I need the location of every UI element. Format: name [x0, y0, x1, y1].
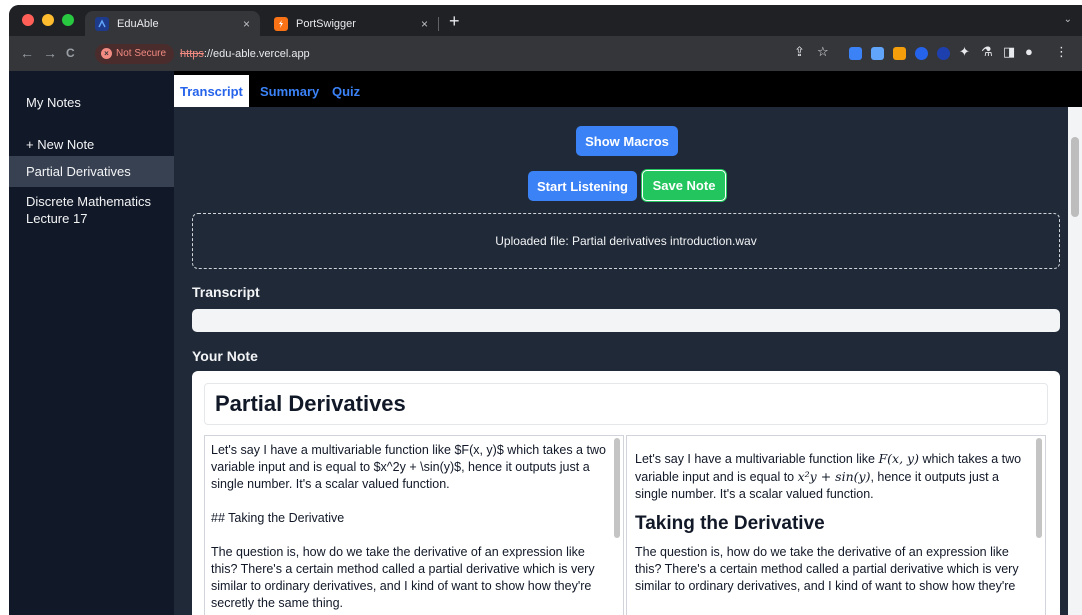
react-devtools-icon[interactable]	[915, 47, 928, 60]
security-label: Not Secure	[116, 48, 167, 59]
star-icon[interactable]: ☆	[817, 44, 829, 60]
tab-search-chevron-icon[interactable]: ⌄	[1064, 14, 1072, 25]
sidebar-item-discrete-mathematics[interactable]: Discrete Mathematics Lecture 17	[9, 186, 174, 234]
extension-icon-2[interactable]	[871, 47, 884, 60]
math-expression: F(x, y)	[878, 451, 919, 466]
back-arrow-icon[interactable]: ←	[20, 45, 34, 61]
flask-icon[interactable]: ⚗	[981, 44, 993, 60]
file-upload-dropzone[interactable]: Uploaded file: Partial derivatives intro…	[192, 213, 1060, 269]
save-note-button[interactable]: Save Note	[642, 170, 726, 201]
sidebar-item-partial-derivatives[interactable]: Partial Derivatives	[9, 156, 174, 187]
page-scrollbar[interactable]	[1068, 107, 1082, 615]
tab-close-icon[interactable]: ×	[421, 17, 428, 31]
transcript-field[interactable]	[192, 309, 1060, 332]
tab-title: EduAble	[117, 17, 159, 30]
browser-window: EduAble × PortSwigger × + ⌄ ← → C × Not …	[9, 5, 1082, 615]
sidebar-title: My Notes	[26, 95, 81, 110]
new-tab-button[interactable]: +	[449, 12, 460, 30]
page-scrollbar-thumb[interactable]	[1071, 137, 1079, 217]
puzzle-icon[interactable]: ✦	[959, 44, 970, 60]
menu-icon[interactable]: ⋮	[1055, 44, 1068, 60]
uploaded-file-label: Uploaded file: Partial derivatives intro…	[495, 234, 757, 248]
maximize-window-button[interactable]	[62, 14, 74, 26]
preview-paragraph: The question is, how do we take the deri…	[635, 545, 1019, 593]
minimize-window-button[interactable]	[42, 14, 54, 26]
start-listening-button[interactable]: Start Listening	[528, 171, 637, 201]
tab-separator	[438, 17, 439, 31]
note-title-input[interactable]: Partial Derivatives	[204, 383, 1048, 425]
preview-paragraph: Let's say I have a multivariable functio…	[635, 451, 1022, 501]
preview-scrollbar[interactable]	[1036, 438, 1042, 538]
tab-transcript[interactable]: Transcript	[174, 75, 249, 107]
note-tab-bar: Transcript Summary Quiz	[174, 71, 1082, 107]
editor-paragraph: The question is, how do we take the deri…	[211, 545, 595, 610]
browser-tab-eduable[interactable]: EduAble ×	[85, 11, 260, 36]
main-content: Transcript Summary Quiz Show Macros Star…	[174, 71, 1082, 615]
markdown-preview: Let's say I have a multivariable functio…	[626, 435, 1046, 615]
note-card: Partial Derivatives Let's say I have a m…	[192, 371, 1060, 615]
your-note-heading: Your Note	[192, 348, 258, 364]
show-macros-button[interactable]: Show Macros	[576, 126, 678, 156]
browser-toolbar: ← → C × Not Secure https://edu-able.verc…	[9, 36, 1082, 71]
tab-summary[interactable]: Summary	[254, 75, 325, 107]
tab-quiz[interactable]: Quiz	[326, 75, 366, 107]
app-root: My Notes + New Note Partial Derivatives …	[9, 71, 1082, 615]
math-expression: x²y + sin(y)	[797, 469, 871, 484]
tab-close-icon[interactable]: ×	[243, 17, 250, 31]
url-text: https://edu-able.vercel.app	[180, 47, 310, 60]
profile-icon[interactable]: ●	[1025, 44, 1033, 60]
close-window-button[interactable]	[22, 14, 34, 26]
eduable-favicon-icon	[95, 16, 109, 31]
warning-icon: ×	[101, 48, 112, 59]
editor-heading-line: ## Taking the Derivative	[211, 511, 345, 525]
not-secure-chip[interactable]: × Not Secure	[95, 43, 175, 64]
browser-tab-portswigger[interactable]: PortSwigger ×	[264, 11, 438, 36]
extension-icon-5[interactable]	[937, 47, 950, 60]
tab-title: PortSwigger	[296, 17, 356, 30]
transcript-heading: Transcript	[192, 284, 260, 300]
editor-paragraph: Let's say I have a multivariable functio…	[211, 443, 606, 491]
markdown-editor[interactable]: Let's say I have a multivariable functio…	[204, 435, 624, 615]
reload-icon[interactable]: C	[66, 45, 75, 61]
extension-icon-3[interactable]	[893, 47, 906, 60]
forward-arrow-icon[interactable]: →	[43, 45, 57, 61]
editor-scrollbar[interactable]	[614, 438, 620, 538]
share-icon[interactable]: ⇪	[794, 44, 805, 60]
sidebar: My Notes + New Note Partial Derivatives …	[9, 71, 174, 615]
side-panel-icon[interactable]: ◨	[1003, 44, 1015, 60]
extension-icon-1[interactable]	[849, 47, 862, 60]
portswigger-favicon-icon	[274, 16, 288, 31]
preview-heading: Taking the Derivative	[635, 513, 825, 534]
tab-strip: EduAble × PortSwigger × + ⌄	[9, 5, 1082, 36]
